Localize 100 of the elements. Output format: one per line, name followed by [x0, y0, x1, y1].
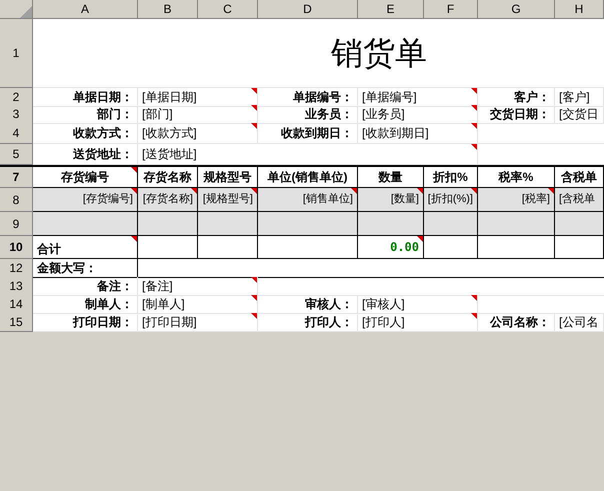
field-label: 部门： — [97, 106, 133, 123]
row-header[interactable]: 14 — [0, 295, 33, 314]
sheet-cell[interactable]: [数量] — [358, 188, 424, 212]
row-header[interactable]: 8 — [0, 188, 33, 212]
sheet-cell[interactable]: [打印日期] — [138, 313, 258, 332]
field-value: [打印日期] — [142, 314, 197, 331]
sheet-cell[interactable]: 客户： — [478, 88, 555, 107]
sheet-cell[interactable]: [部门] — [138, 105, 258, 124]
sheet-cell[interactable]: 部门： — [33, 105, 138, 124]
sheet-cell[interactable]: 金额大写： — [33, 259, 138, 278]
field-placeholder: [税率] — [522, 194, 550, 205]
comment-indicator-icon — [471, 313, 477, 319]
sheet-cell[interactable]: [制单人] — [138, 295, 258, 314]
sheet-cell[interactable]: [销售单位] — [258, 188, 358, 212]
column-heading: 折扣% — [433, 169, 468, 186]
sheet-cell[interactable]: 收款方式： — [33, 123, 138, 144]
field-label: 收款到期日： — [281, 125, 353, 142]
sheet-cell[interactable]: [业务员] — [358, 105, 478, 124]
empty-cell[interactable] — [258, 236, 358, 259]
row-header[interactable]: 1 — [0, 18, 33, 88]
sheet-cell[interactable]: [规格型号] — [198, 188, 258, 212]
field-label: 制单人： — [85, 296, 133, 313]
sheet-cell[interactable]: [税率] — [478, 188, 555, 212]
comment-indicator-icon — [251, 88, 257, 94]
sheet-cell[interactable]: 交货日期： — [478, 105, 555, 124]
column-header[interactable]: C — [198, 0, 258, 19]
sheet-cell[interactable]: [单据日期] — [138, 88, 258, 107]
comment-indicator-icon — [251, 313, 257, 319]
row-header[interactable]: 10 — [0, 236, 33, 259]
field-label: 客户： — [514, 89, 550, 106]
row-header[interactable]: 7 — [0, 167, 33, 188]
sheet-cell[interactable]: [含税单 — [555, 188, 604, 212]
sheet-cell[interactable]: [公司名 — [555, 313, 604, 332]
row-header[interactable]: 5 — [0, 144, 33, 165]
field-value: [公司名 — [559, 314, 598, 331]
column-header[interactable]: E — [358, 0, 424, 19]
sheet-cell[interactable]: 制单人： — [33, 295, 138, 314]
column-heading: 含税单 — [561, 169, 597, 186]
column-header[interactable]: B — [138, 0, 198, 19]
sheet-cell[interactable]: 打印日期： — [33, 313, 138, 332]
field-label: 单据日期： — [73, 89, 133, 106]
row-header[interactable]: 4 — [0, 123, 33, 144]
sheet-cell[interactable]: [收款方式] — [138, 123, 258, 144]
sheet-cell[interactable]: [交货日 — [555, 105, 604, 124]
sheet-cell[interactable]: 审核人： — [258, 295, 358, 314]
amount-in-words-label: 金额大写： — [37, 260, 97, 277]
sheet-cell[interactable]: [审核人] — [358, 295, 478, 314]
total-quantity: 0.00 — [390, 239, 419, 256]
row-header[interactable]: 3 — [0, 105, 33, 124]
row-header[interactable]: 13 — [0, 277, 33, 296]
field-value: [业务员] — [362, 106, 405, 123]
field-value: [收款方式] — [142, 125, 197, 142]
empty-cell[interactable] — [478, 236, 555, 259]
row-header[interactable]: 12 — [0, 259, 33, 278]
comment-indicator-icon — [471, 88, 477, 94]
field-placeholder: [折扣(%)] — [428, 194, 473, 205]
select-all-corner[interactable] — [0, 0, 33, 19]
field-placeholder: [含税单 — [559, 194, 596, 205]
sheet-cell[interactable]: [收款到期日] — [358, 123, 478, 144]
field-value: [交货日 — [559, 106, 598, 123]
sheet-cell[interactable]: [存货编号] — [33, 188, 138, 212]
column-header[interactable]: F — [424, 0, 478, 19]
field-label: 收款方式： — [73, 125, 133, 142]
field-value: [打印人] — [362, 314, 405, 331]
column-header[interactable]: H — [555, 0, 604, 19]
sheet-cell[interactable]: [客户] — [555, 88, 604, 107]
comment-indicator-icon — [251, 105, 257, 111]
sheet-cell[interactable]: 公司名称： — [478, 313, 555, 332]
sheet-cell[interactable]: [存货名称] — [138, 188, 198, 212]
sheet-cell[interactable]: 销货单 — [33, 18, 604, 88]
column-header[interactable]: G — [478, 0, 555, 19]
empty-cell[interactable] — [138, 236, 198, 259]
sheet-cell[interactable]: [单据编号] — [358, 88, 478, 107]
empty-cell[interactable] — [198, 236, 258, 259]
sheet-cell[interactable]: [送货地址] — [138, 144, 478, 165]
sheet-cell[interactable]: [备注] — [138, 277, 258, 296]
row-header[interactable]: 9 — [0, 212, 33, 236]
field-value: [送货地址] — [142, 146, 197, 163]
sheet-cell[interactable]: 0.00 — [358, 236, 424, 259]
sheet-cell[interactable]: 单据编号： — [258, 88, 358, 107]
sheet-cell[interactable]: 打印人： — [258, 313, 358, 332]
sheet-cell[interactable]: 收款到期日： — [258, 123, 358, 144]
sheet-cell[interactable]: [打印人] — [358, 313, 478, 332]
comment-indicator-icon — [417, 236, 423, 242]
sheet-cell[interactable]: 业务员： — [258, 105, 358, 124]
column-header[interactable]: D — [258, 0, 358, 19]
sheet-cell[interactable]: 备注： — [33, 277, 138, 296]
field-value: [单据日期] — [142, 89, 197, 106]
sheet-cell[interactable]: 送货地址： — [33, 144, 138, 165]
empty-cell[interactable] — [555, 236, 604, 259]
field-label: 打印日期： — [73, 314, 133, 331]
sheet-cell[interactable]: 单据日期： — [33, 88, 138, 107]
sheet-cell[interactable]: [折扣(%)] — [424, 188, 478, 212]
sheet-cell[interactable]: 合计 — [33, 236, 138, 259]
column-header[interactable]: A — [33, 0, 138, 19]
comment-indicator-icon — [251, 277, 257, 283]
field-label: 业务员： — [305, 106, 353, 123]
field-value: [制单人] — [142, 296, 185, 313]
empty-cell[interactable] — [424, 236, 478, 259]
row-header[interactable]: 15 — [0, 313, 33, 332]
